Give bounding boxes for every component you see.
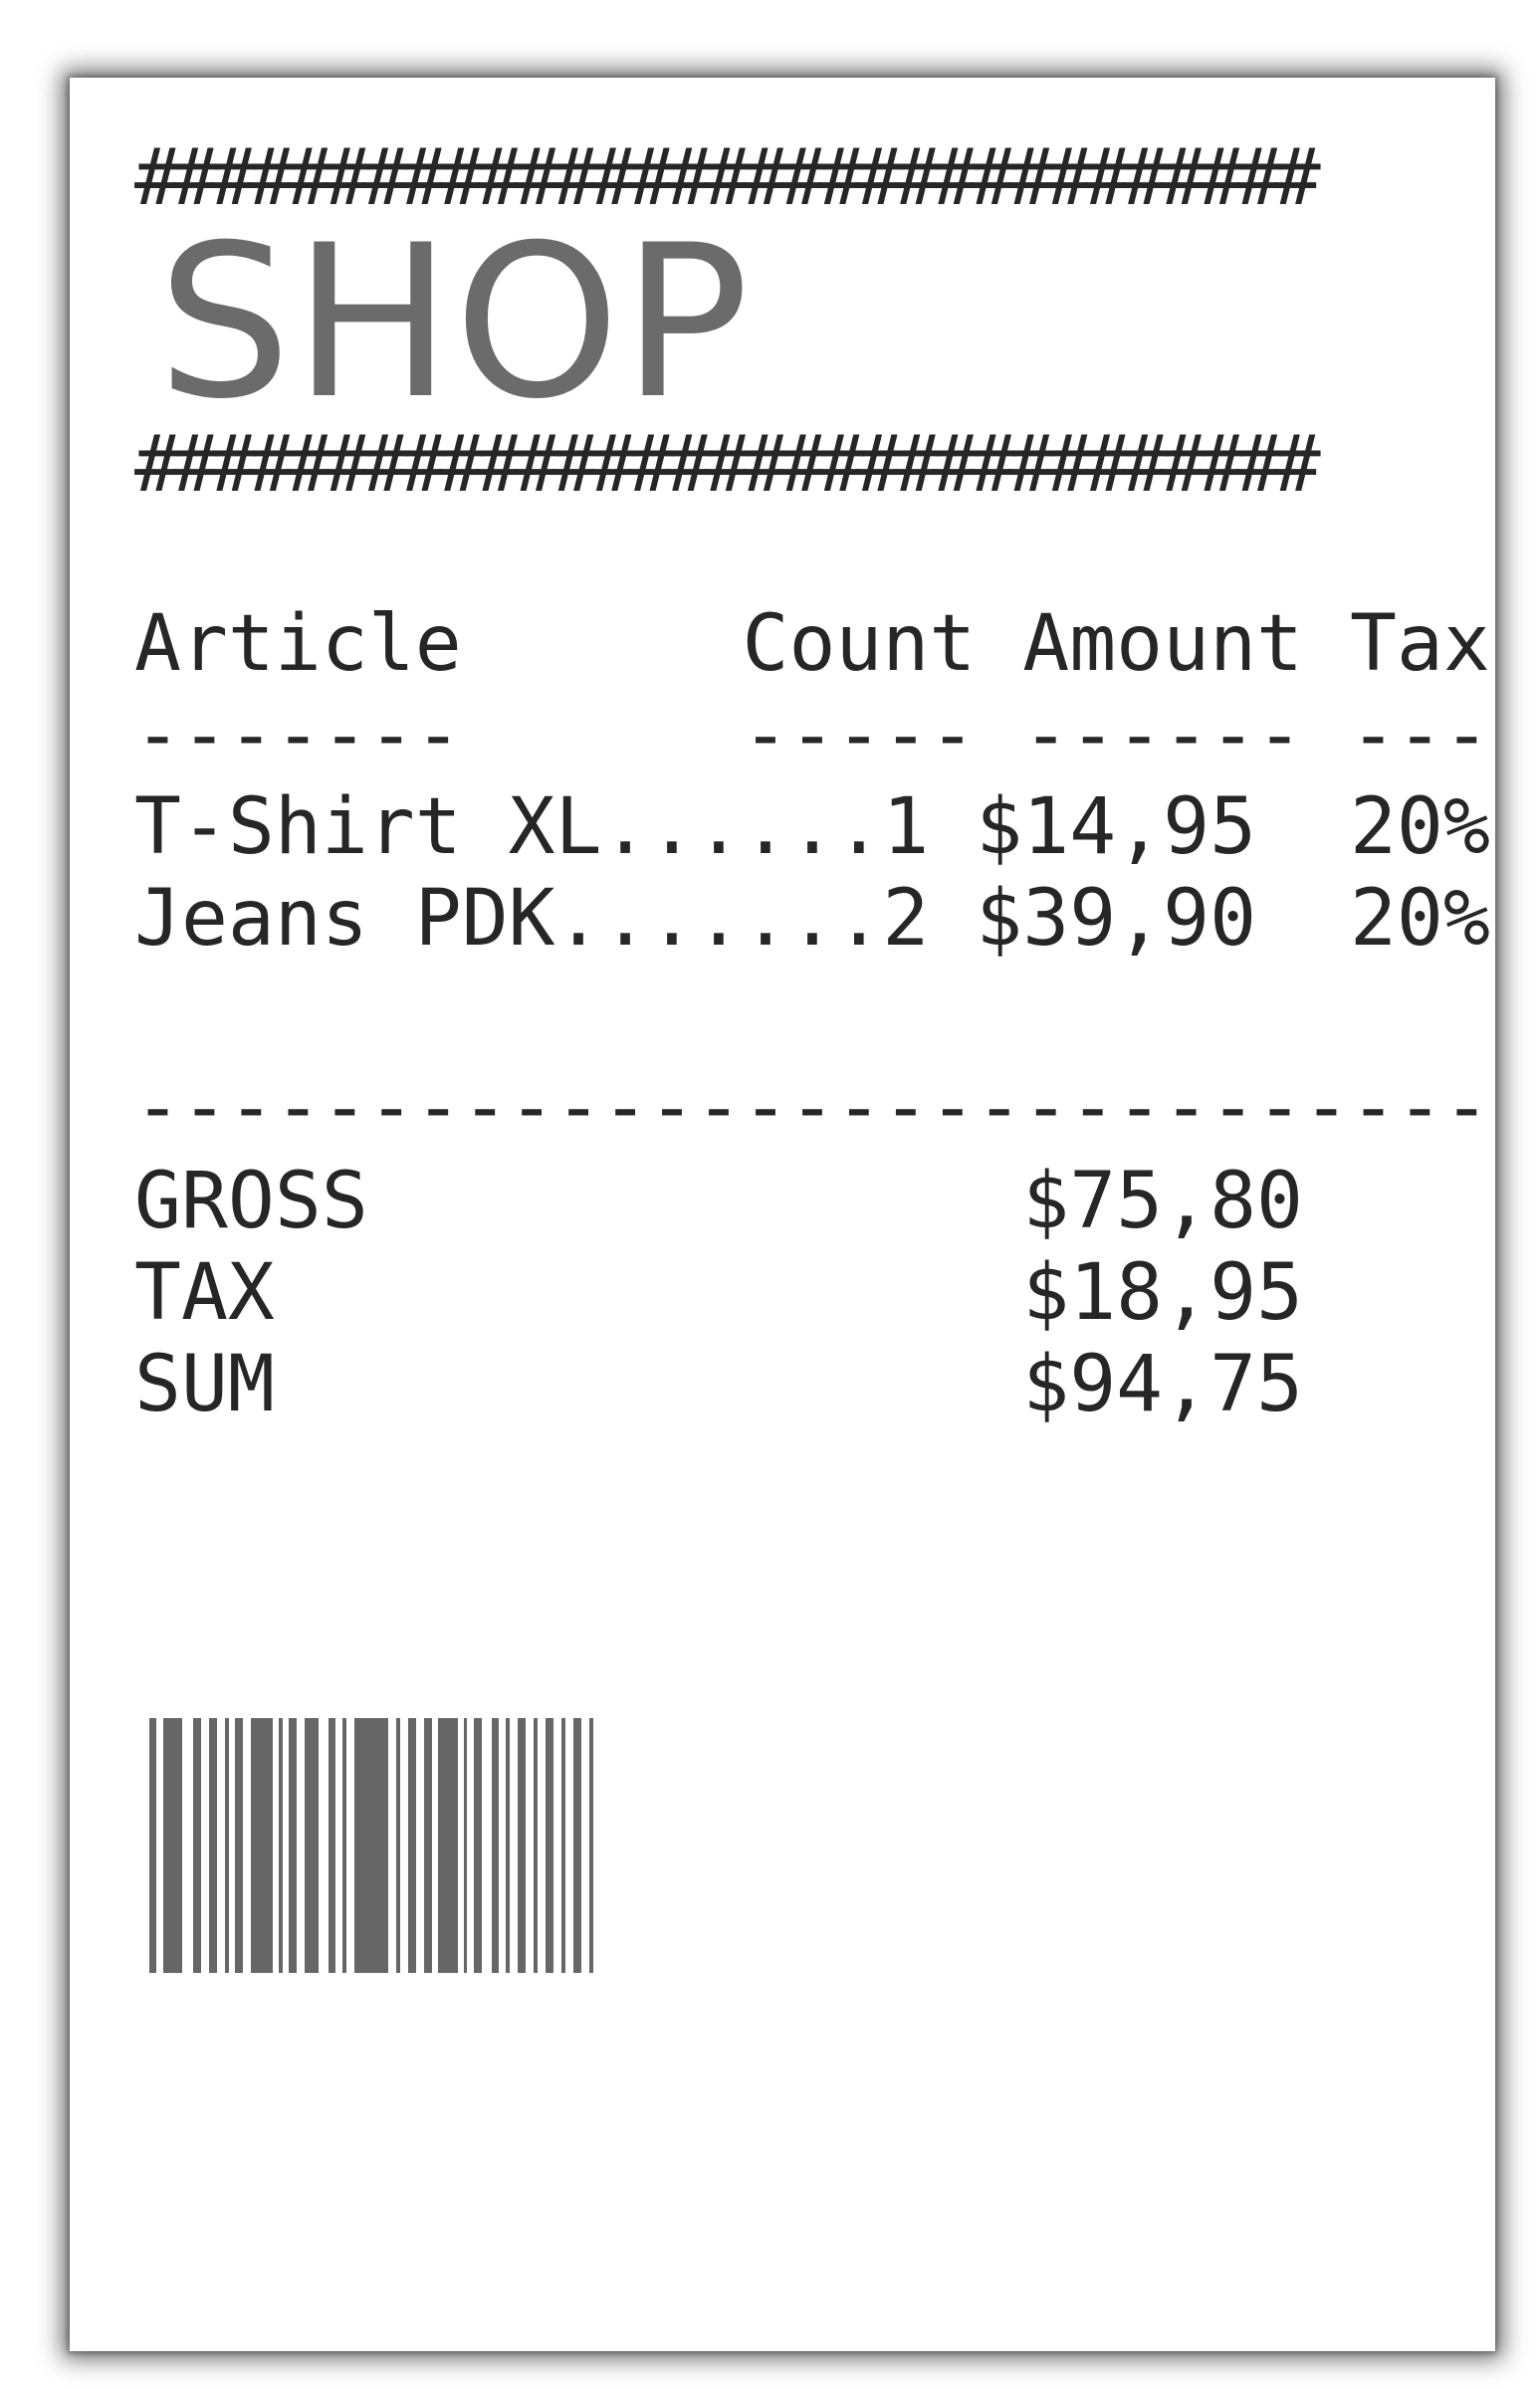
sum-total-row: SUM $94,75	[134, 1340, 1303, 1429]
hash-rule-bottom: ###############################	[134, 420, 1321, 510]
shop-name: SHOP	[157, 199, 752, 445]
barcode	[149, 1718, 607, 1973]
line-item: Jeans PDK.......2 $39,90 20%	[134, 874, 1490, 964]
column-header: Article Count Amount Tax	[134, 599, 1490, 689]
barcode-icon	[149, 1718, 593, 1973]
gross-total-row: GROSS $75,80	[134, 1157, 1303, 1246]
line-item: T-Shirt XL......1 $14,95 20%	[134, 782, 1490, 872]
receipt-paper: ############################### SHOP ###…	[70, 78, 1495, 2351]
column-header-underline: ------- ----- ------ ---	[134, 691, 1490, 780]
totals-separator: -----------------------------	[134, 1063, 1490, 1153]
tax-total-row: TAX $18,95	[134, 1248, 1303, 1338]
